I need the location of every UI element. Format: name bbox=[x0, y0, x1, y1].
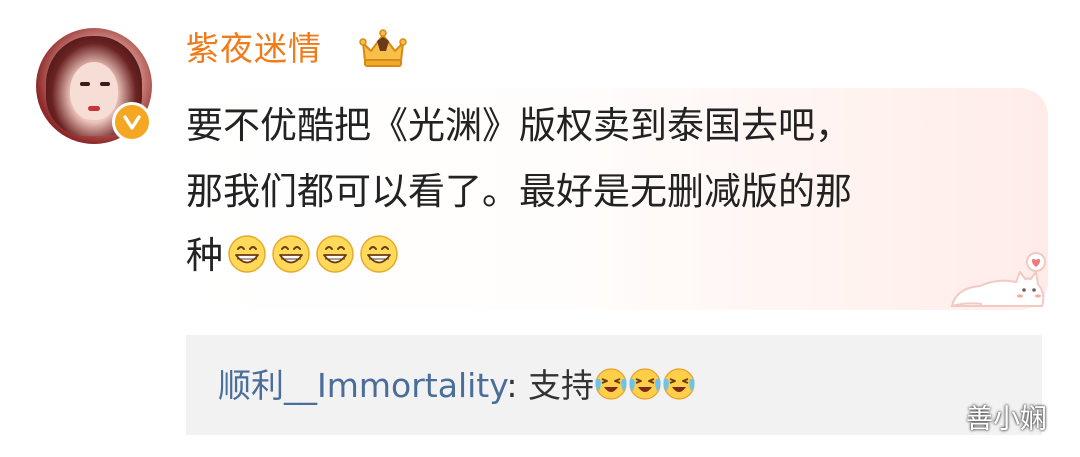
checkmark-icon bbox=[123, 115, 141, 130]
watermark-text: 善小娴 bbox=[966, 404, 1047, 435]
grinning-face-icon bbox=[360, 235, 398, 273]
reply-username[interactable]: 顺利__Immortality bbox=[218, 366, 506, 405]
avatar-face bbox=[70, 62, 118, 120]
comment-text-line: 那我们都可以看了。最好是无删减版的那 bbox=[186, 170, 852, 213]
avatar-lips bbox=[88, 106, 100, 111]
comment-text-line: 要不优酷把《光渊》版权卖到泰国去吧， bbox=[186, 104, 852, 147]
grinning-face-icon bbox=[228, 235, 266, 273]
reply-line: 顺利__Immortality: 支持 bbox=[218, 358, 696, 414]
avatar-eye bbox=[80, 82, 90, 86]
crying-laugh-face-icon bbox=[595, 368, 627, 400]
comment-text-fragment: 种 bbox=[186, 234, 223, 277]
crying-laugh-face-icon bbox=[629, 368, 661, 400]
cat-decoration-icon bbox=[950, 252, 1046, 307]
crown-icon[interactable] bbox=[357, 27, 409, 69]
grinning-face-icon bbox=[316, 235, 354, 273]
grinning-face-icon bbox=[272, 235, 310, 273]
avatar-eye bbox=[100, 82, 110, 86]
verified-v-icon bbox=[112, 102, 152, 142]
comment-text-line-last: 种 bbox=[186, 227, 399, 285]
reply-separator: : bbox=[506, 366, 528, 405]
crying-laugh-face-icon bbox=[663, 368, 695, 400]
reply-text: 支持 bbox=[527, 366, 594, 405]
comment-username[interactable]: 紫夜迷情 bbox=[186, 24, 322, 74]
